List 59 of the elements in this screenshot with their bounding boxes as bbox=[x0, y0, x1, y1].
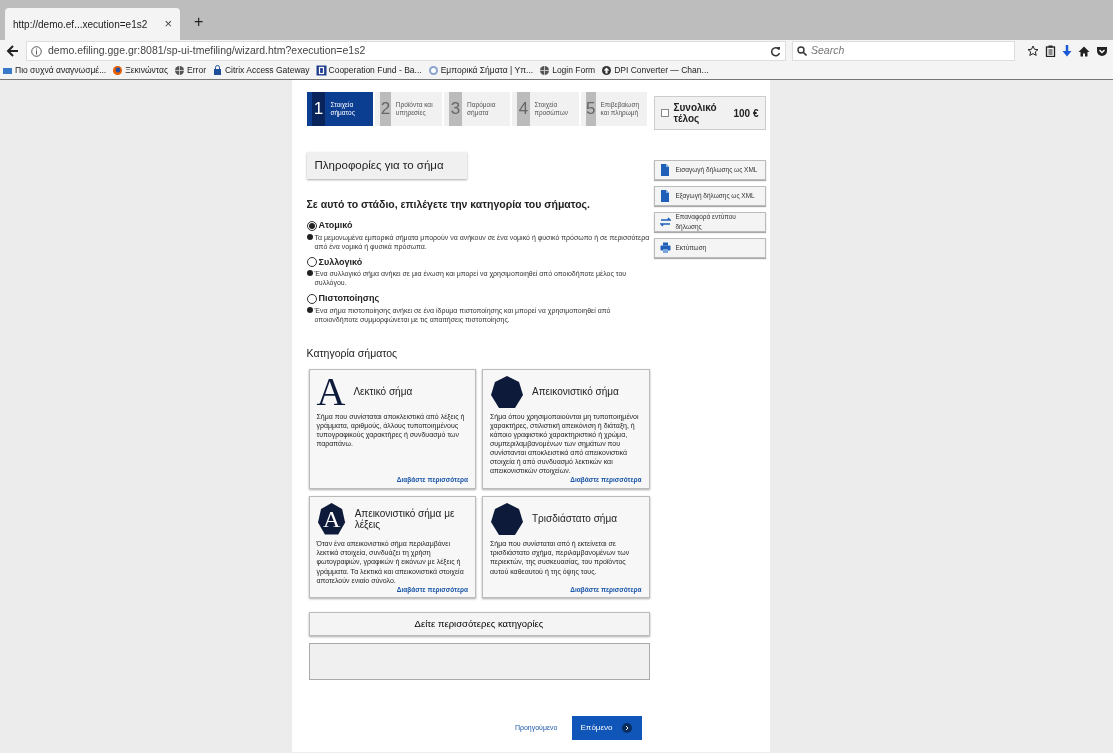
fee-amount: 100 € bbox=[733, 106, 759, 121]
seal-icon bbox=[427, 65, 439, 76]
section-title: Πληροφορίες για το σήμα bbox=[306, 152, 467, 180]
pocket-icon[interactable] bbox=[1096, 45, 1108, 57]
file-icon bbox=[659, 190, 671, 202]
letter-in-heptagon-icon: A bbox=[316, 502, 347, 537]
bookmark[interactable]: DPI Converter — Chan... bbox=[601, 64, 709, 77]
back-icon[interactable] bbox=[6, 44, 20, 58]
card-title: Λεκτικό σήμα bbox=[353, 386, 413, 398]
info-icon bbox=[306, 270, 313, 277]
printer-icon bbox=[659, 242, 671, 254]
chevron-right-icon bbox=[622, 723, 633, 734]
swap-icon bbox=[659, 216, 671, 228]
clipboard-icon[interactable] bbox=[1045, 45, 1056, 57]
bookmark[interactable]: Citrix Access Gateway bbox=[211, 64, 310, 77]
question-text: Σε αυτό το στάδιο, επιλέγετε την κατηγορία του σήματος. bbox=[306, 197, 591, 213]
card-title: Απεικονιστικό σήμα bbox=[532, 386, 619, 398]
card-title: Τρισδιάστατο σήμα bbox=[532, 513, 617, 525]
more-categories-button[interactable]: Δείτε περισσότερες κατηγορίες bbox=[308, 612, 650, 637]
category-heading: Κατηγορία σήματος bbox=[306, 346, 399, 362]
browser-tab[interactable]: http://demo.ef...xecution=e1s2 × bbox=[5, 8, 180, 40]
square-logo-icon bbox=[315, 65, 327, 76]
close-tab-button[interactable]: × bbox=[164, 14, 172, 34]
bookmark[interactable]: Error bbox=[174, 64, 206, 77]
info-icon bbox=[306, 233, 313, 240]
fee-label: Συνολικό τέλος bbox=[673, 102, 718, 124]
download-icon[interactable] bbox=[1062, 45, 1072, 57]
search-icon bbox=[797, 46, 807, 56]
home-icon[interactable] bbox=[1078, 45, 1090, 57]
folder-icon bbox=[2, 65, 13, 76]
letter-icon: A bbox=[316, 374, 346, 409]
category-card[interactable] bbox=[482, 368, 650, 490]
card-title: Απεικονιστικό σήμα με λέξεις bbox=[354, 507, 456, 531]
new-tab-button[interactable]: + bbox=[194, 10, 204, 34]
file-icon bbox=[659, 164, 671, 176]
info-icon[interactable] bbox=[31, 45, 42, 57]
radio-option[interactable]: Συλλογικό bbox=[306, 255, 650, 270]
browser-logo-icon bbox=[112, 65, 124, 76]
collapse-icon[interactable] bbox=[660, 109, 669, 117]
radio-option[interactable]: Ατομικό bbox=[306, 219, 650, 233]
bookmark[interactable]: Εμπορικά Σήματα | Υπ... bbox=[427, 64, 534, 77]
upload-icon bbox=[601, 65, 613, 76]
info-icon bbox=[306, 306, 313, 313]
tab-title: http://demo.ef...xecution=e1s2 bbox=[13, 17, 148, 32]
heptagon-icon bbox=[490, 374, 524, 409]
search-field[interactable]: Search bbox=[792, 41, 1015, 61]
heptagon-icon bbox=[490, 502, 524, 537]
radio-option[interactable]: Πιστοποίησης bbox=[306, 292, 650, 306]
bookmark[interactable]: Login Form bbox=[539, 64, 596, 77]
bookmark[interactable]: Ξεκινώντας bbox=[112, 64, 169, 77]
star-icon[interactable] bbox=[1027, 45, 1039, 57]
globe-icon bbox=[539, 65, 551, 76]
globe-icon bbox=[174, 65, 186, 76]
bookmark[interactable]: Cooperation Fund - Ba... bbox=[315, 64, 422, 77]
next-button[interactable]: Επόμενο bbox=[571, 716, 642, 741]
reload-icon[interactable] bbox=[770, 45, 781, 57]
bookmark[interactable]: Πιο συχνά αναγνωσμέ... bbox=[2, 64, 107, 77]
category-card[interactable] bbox=[308, 496, 476, 599]
lock-icon bbox=[211, 65, 223, 76]
